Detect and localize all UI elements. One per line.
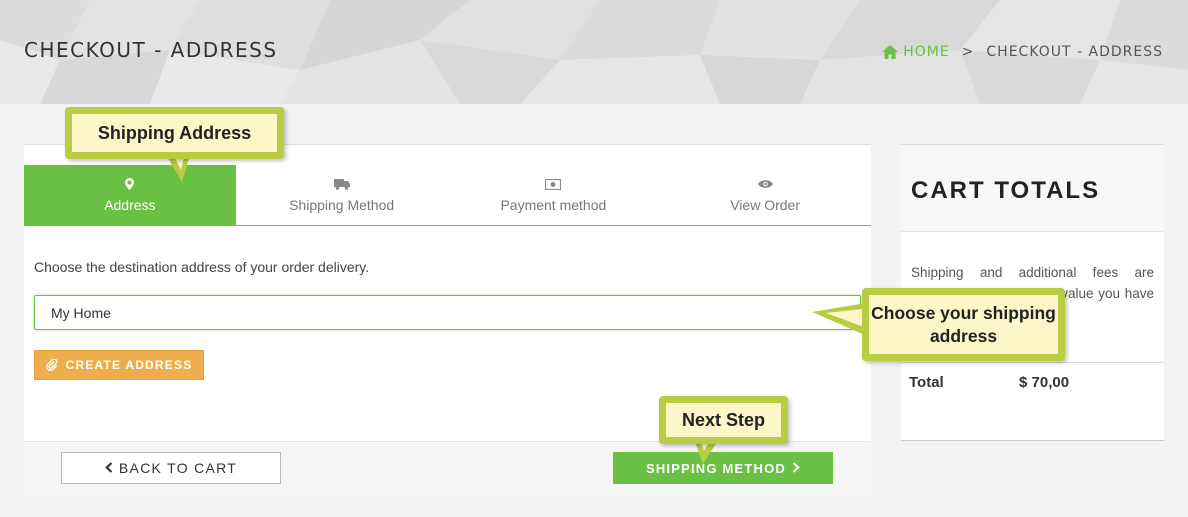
step-view-order-label: View Order	[730, 196, 801, 213]
checkout-footer: BACK TO CART SHIPPING METHOD	[24, 441, 871, 495]
step-shipping-method[interactable]: Shipping Method	[236, 165, 448, 225]
shipping-method-button[interactable]: SHIPPING METHOD	[613, 452, 833, 484]
cart-totals-header: CART TOTALS	[901, 145, 1164, 232]
step-address[interactable]: Address	[24, 165, 236, 225]
cart-total-label: Total	[909, 374, 944, 391]
back-to-cart-label: BACK TO CART	[118, 460, 238, 476]
address-select-value: My Home	[51, 304, 111, 321]
step-payment-method-label: Payment method	[500, 196, 607, 213]
back-to-cart-button[interactable]: BACK TO CART	[61, 452, 281, 484]
map-marker-icon	[125, 178, 135, 191]
tooltip-shipping-address: Shipping Address	[65, 107, 284, 159]
create-address-button[interactable]: CREATE ADDRESS	[34, 350, 204, 380]
cart-total-value: $ 70,00	[1019, 374, 1070, 391]
page-title: CHECKOUT - ADDRESS	[24, 38, 278, 62]
step-payment-method[interactable]: Payment method	[448, 165, 660, 225]
tooltip-choose-address-text: Choose your shipping address	[871, 302, 1056, 346]
cart-totals-title: CART TOTALS	[911, 177, 1101, 204]
chevron-right-icon	[792, 461, 800, 476]
step-address-label: Address	[104, 196, 156, 213]
eye-icon	[757, 178, 773, 191]
address-select[interactable]: My Home ▼	[34, 295, 861, 330]
chevron-left-icon	[105, 460, 113, 476]
money-icon	[545, 178, 562, 191]
tooltip-next-step-text: Next Step	[681, 409, 766, 430]
paperclip-icon	[45, 359, 58, 371]
breadcrumb-separator: >	[961, 44, 975, 60]
breadcrumb-home-link[interactable]: HOME	[882, 44, 949, 60]
home-icon	[882, 45, 899, 59]
tooltip-choose-address: Choose your shipping address	[862, 288, 1065, 361]
breadcrumb: HOME > CHECKOUT - ADDRESS	[882, 44, 1163, 60]
cart-divider	[901, 362, 1164, 363]
address-instruction: Choose the destination address of your o…	[34, 259, 370, 275]
breadcrumb-home-label: HOME	[903, 44, 950, 60]
checkout-steps: Address Shipping Method Payment method V…	[24, 165, 871, 226]
step-shipping-method-label: Shipping Method	[289, 196, 395, 213]
page-banner: CHECKOUT - ADDRESS HOME > CHECKOUT - ADD…	[0, 0, 1188, 104]
step-view-order[interactable]: View Order	[659, 165, 871, 225]
tooltip-next-step: Next Step	[659, 396, 788, 444]
create-address-label: CREATE ADDRESS	[65, 358, 193, 372]
tooltip-shipping-address-text: Shipping Address	[97, 122, 252, 143]
breadcrumb-current: CHECKOUT - ADDRESS	[986, 44, 1163, 60]
truck-icon	[333, 178, 350, 191]
